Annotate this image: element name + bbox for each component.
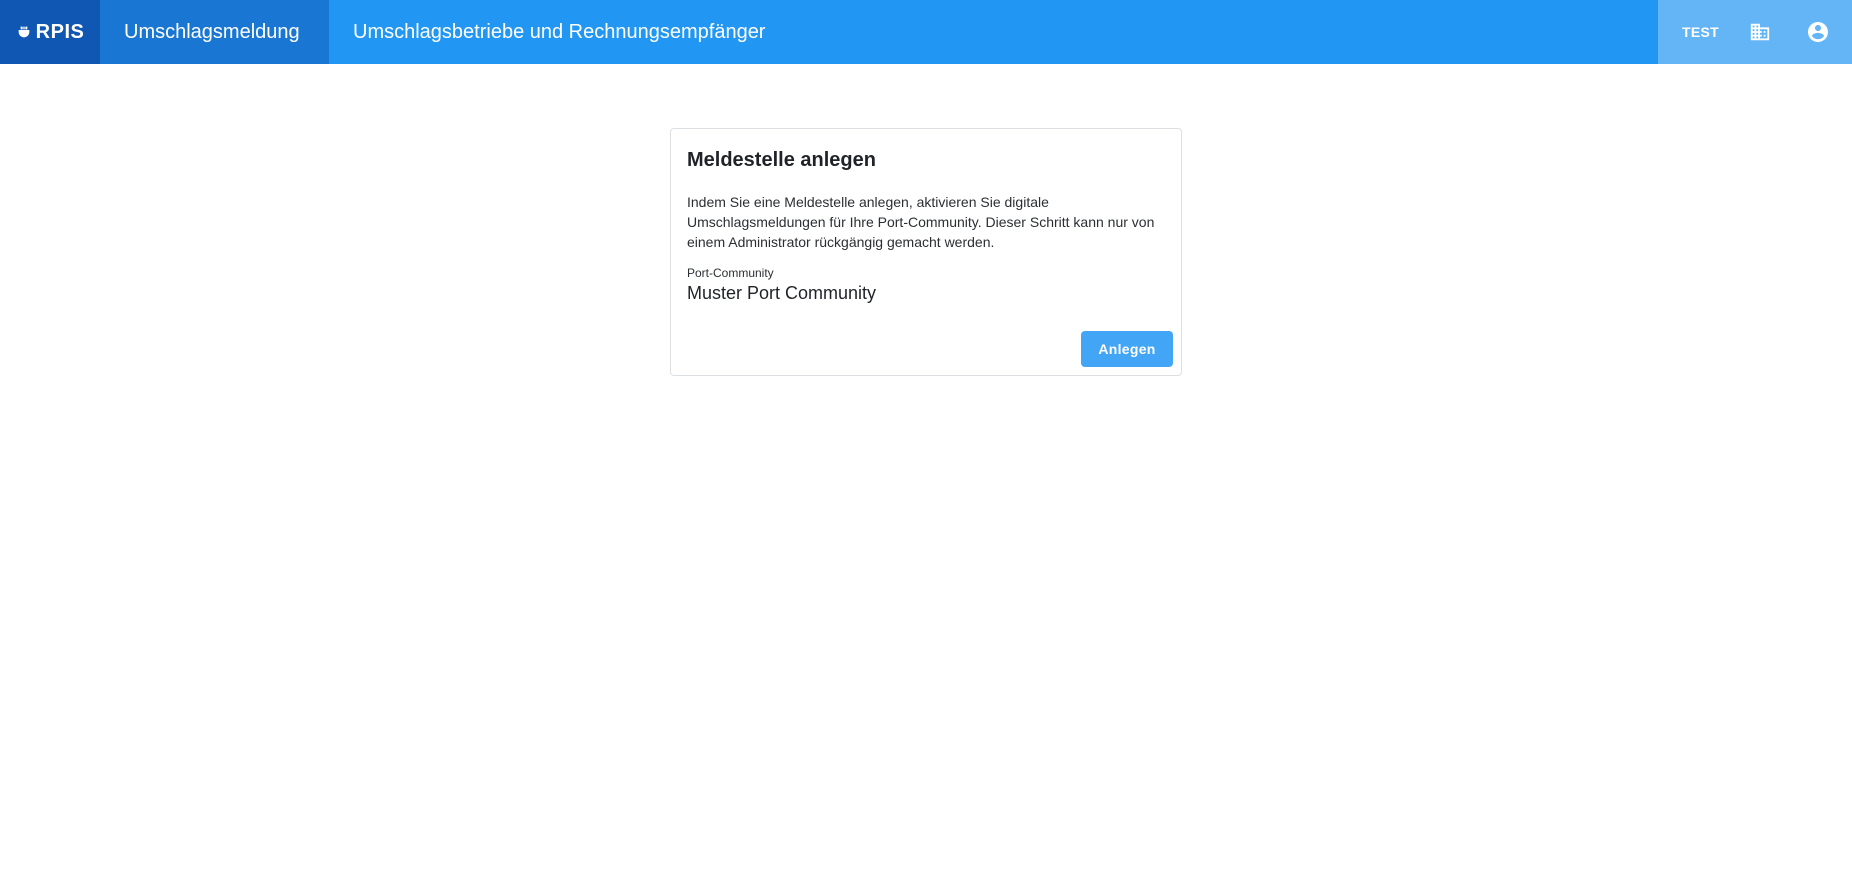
- environment-badge: TEST: [1682, 24, 1719, 40]
- tab-umschlagsbetriebe[interactable]: Umschlagsbetriebe und Rechnungsempfänger: [329, 0, 789, 64]
- header-actions: TEST: [1658, 0, 1852, 64]
- logo-text: RPIS: [35, 20, 85, 43]
- anlegen-button[interactable]: Anlegen: [1081, 331, 1173, 367]
- ship-icon: [16, 24, 32, 40]
- port-community-value: Muster Port Community: [687, 283, 877, 303]
- header-spacer: [789, 0, 1658, 64]
- card-title: Meldestelle anlegen: [687, 149, 876, 171]
- create-reporting-office-card: Meldestelle anlegen Indem Sie eine Melde…: [670, 128, 1182, 376]
- port-community-label: Port-Community: [687, 266, 774, 280]
- logo[interactable]: RPIS: [0, 0, 100, 64]
- top-app-bar: RPIS Umschlagsmeldung Umschlagsbetriebe …: [0, 0, 1852, 64]
- tab-label: Umschlagsmeldung: [124, 20, 300, 43]
- card-description: Indem Sie eine Meldestelle anlegen, akti…: [687, 194, 1155, 250]
- tab-label: Umschlagsbetriebe und Rechnungsempfänger: [353, 20, 766, 43]
- building-icon[interactable]: [1744, 16, 1776, 48]
- tab-umschlagsmeldung[interactable]: Umschlagsmeldung: [100, 0, 329, 64]
- account-circle-icon[interactable]: [1802, 16, 1834, 48]
